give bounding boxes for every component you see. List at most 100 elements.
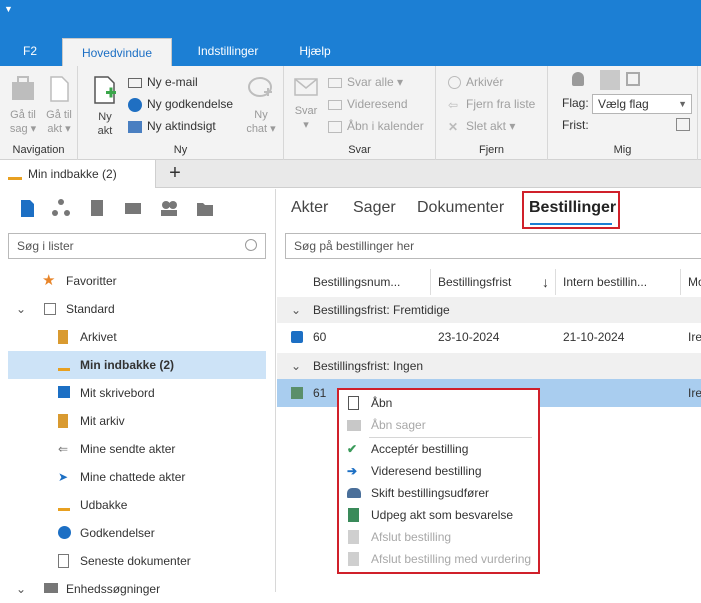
group-label-navigation: Navigation [12,144,65,156]
nav-item-enhedssogninger[interactable]: ⌄ Enhedssøgninger [0,575,276,603]
nav-item-mit-skrivebord[interactable]: Mit skrivebord [0,379,276,407]
reply-button[interactable]: Svar ▾ [290,74,322,132]
quick-access-dropdown-icon[interactable]: ▼ [4,4,13,14]
archive-button[interactable]: Arkivér [448,73,503,91]
new-chat-button[interactable]: Ny chat ▾ [244,74,278,136]
delete-document-button[interactable]: ✕ Slet akt ▾ [448,117,515,135]
close-order-icon [348,530,359,544]
hierarchy-icon[interactable] [50,197,72,219]
open-calendar-button[interactable]: Åbn i kalender [328,117,424,135]
inbox-tray-icon[interactable] [600,70,620,90]
nav-item-favoritter[interactable]: ★ Favoritter [0,267,276,295]
nav-item-seneste-dokumenter[interactable]: Seneste dokumenter [0,547,276,575]
document-list-icon[interactable] [16,197,38,219]
column-header-intern-bestilling[interactable]: Intern bestillin... [563,269,681,295]
menu-item-designate-reply[interactable]: Udpeg akt som besvarelse [339,504,538,526]
envelope-icon [128,77,142,88]
check-circle-icon [128,97,142,112]
folder-outline-icon [44,303,56,315]
delete-document-label: Slet akt ▾ [466,119,516,133]
tab-dokumenter[interactable]: Dokumenter [417,199,504,217]
menu-item-close-order-with-rating[interactable]: Afslut bestilling med vurdering [339,548,538,570]
nav-item-arkivet[interactable]: Arkivet [0,323,276,351]
document-tab-strip: Min indbakke (2) + [0,160,701,188]
frame-icon[interactable] [626,72,640,86]
goto-case-label: Gå til [10,109,36,121]
chevron-down-icon[interactable]: ⌄ [16,575,26,603]
list-search-placeholder: Søg i lister [17,239,74,253]
nav-label: Standard [66,302,115,316]
ribbon: Gå til sag ▾ Gå til akt ▾ Navigation Ny … [0,66,701,160]
order-icon [291,387,303,399]
calendar-picker-icon[interactable] [676,118,690,131]
tab-indstillinger[interactable]: Indstillinger [186,36,270,66]
menu-item-open[interactable]: Åbn [339,392,538,414]
checkmark-icon: ✔ [347,442,358,456]
send-arrow-icon: ➤ [58,470,69,484]
remove-from-list-button[interactable]: ⇦ Fjern fra liste [448,95,535,113]
inbox-icon [8,168,22,180]
new-email-button[interactable]: Ny e-mail [128,73,198,91]
column-header-bestillingsnummer[interactable]: Bestillingsnum... [313,269,431,295]
group-label-ny: Ny [173,144,188,156]
access-icon [128,120,142,133]
group-label-svar: Svar [348,144,371,156]
list-search-input[interactable]: Søg i lister [8,233,266,259]
forward-button[interactable]: Videresend [328,95,408,113]
orders-search-placeholder: Søg på bestillinger her [294,239,415,253]
nav-label: Enhedssøgninger [66,582,161,596]
menu-item-change-assignee[interactable]: Skift bestillingsudfører [339,482,538,504]
tab-f2[interactable]: F2 [14,36,46,66]
orders-search-input[interactable]: Søg på bestillinger her [285,233,701,259]
nav-item-mine-chattede-akter[interactable]: ➤ Mine chattede akter [0,463,276,491]
nav-item-mit-arkiv[interactable]: Mit arkiv [0,407,276,435]
highlight-bestillinger-tab [522,191,620,229]
new-access-request-button[interactable]: Ny aktindsigt [128,117,216,135]
nav-item-min-indbakke[interactable]: Min indbakke (2) [8,351,266,379]
mail-icon[interactable] [122,197,144,219]
menu-item-label: Udpeg akt som besvarelse [371,508,514,522]
forward-icon [328,99,342,110]
list-icon[interactable] [86,197,108,219]
cell-number: 60 [313,330,327,344]
nav-label: Min indbakke (2) [80,358,175,372]
outbox-icon [58,499,70,511]
nav-item-godkendelser[interactable]: Godkendelser [0,519,276,547]
menu-bar: F2 Hovedvindue Indstillinger Hjælp [0,36,701,66]
column-header-bestillingsfrist[interactable]: Bestillingsfrist ↓ [438,269,556,295]
chevron-down-icon: ⌄ [291,359,302,373]
menu-item-forward-order[interactable]: ➔ Videresend bestilling [339,460,538,482]
tab-hjaelp[interactable]: Hjælp [290,36,340,66]
nav-label: Mine sendte akter [80,442,176,456]
nav-item-udbakke[interactable]: Udbakke [0,491,276,519]
close-rating-icon [348,552,359,566]
tab-sager[interactable]: Sager [353,199,396,217]
flag-select[interactable]: Vælg flag ▼ [592,94,692,114]
menu-item-accept-order[interactable]: ✔ Acceptér bestilling [339,438,538,460]
doc-tab-min-indbakke[interactable]: Min indbakke (2) [0,160,156,188]
group-header-fremtidige[interactable]: ⌄ Bestillingsfrist: Fremtidige [277,297,701,323]
contacts-icon[interactable] [158,197,180,219]
column-label: Bestillingsfrist [438,275,512,289]
new-approval-button[interactable]: Ny godkendelse [128,95,233,113]
nav-label: Mit arkiv [80,414,125,428]
folder-icon[interactable] [194,197,216,219]
goto-document-button[interactable]: Gå til akt ▾ [42,74,76,136]
nav-item-standard[interactable]: ⌄ Standard [0,295,276,323]
chevron-down-icon[interactable]: ⌄ [16,295,26,323]
menu-item-close-order[interactable]: Afslut bestilling [339,526,538,548]
menu-item-open-cases[interactable]: Åbn sager [339,414,538,436]
tab-hovedvindue[interactable]: Hovedvindue [62,38,172,66]
menu-item-label: Afslut bestilling med vurdering [371,552,532,566]
new-email-label: Ny e-mail [147,75,198,89]
nav-label: Udbakke [80,498,128,512]
column-header-mo[interactable]: Mo [688,269,701,295]
tab-akter[interactable]: Akter [291,199,328,217]
table-row[interactable]: 60 23-10-2024 21-10-2024 Ire [277,323,701,351]
new-document-button[interactable]: Ny akt [90,74,120,138]
add-tab-button[interactable]: + [164,162,186,184]
nav-item-mine-sendte-akter[interactable]: ⇐ Mine sendte akter [0,435,276,463]
goto-case-button[interactable]: Gå til sag ▾ [6,74,40,136]
group-header-ingen[interactable]: ⌄ Bestillingsfrist: Ingen [277,353,701,379]
reply-all-button[interactable]: Svar alle ▾ [328,73,403,91]
